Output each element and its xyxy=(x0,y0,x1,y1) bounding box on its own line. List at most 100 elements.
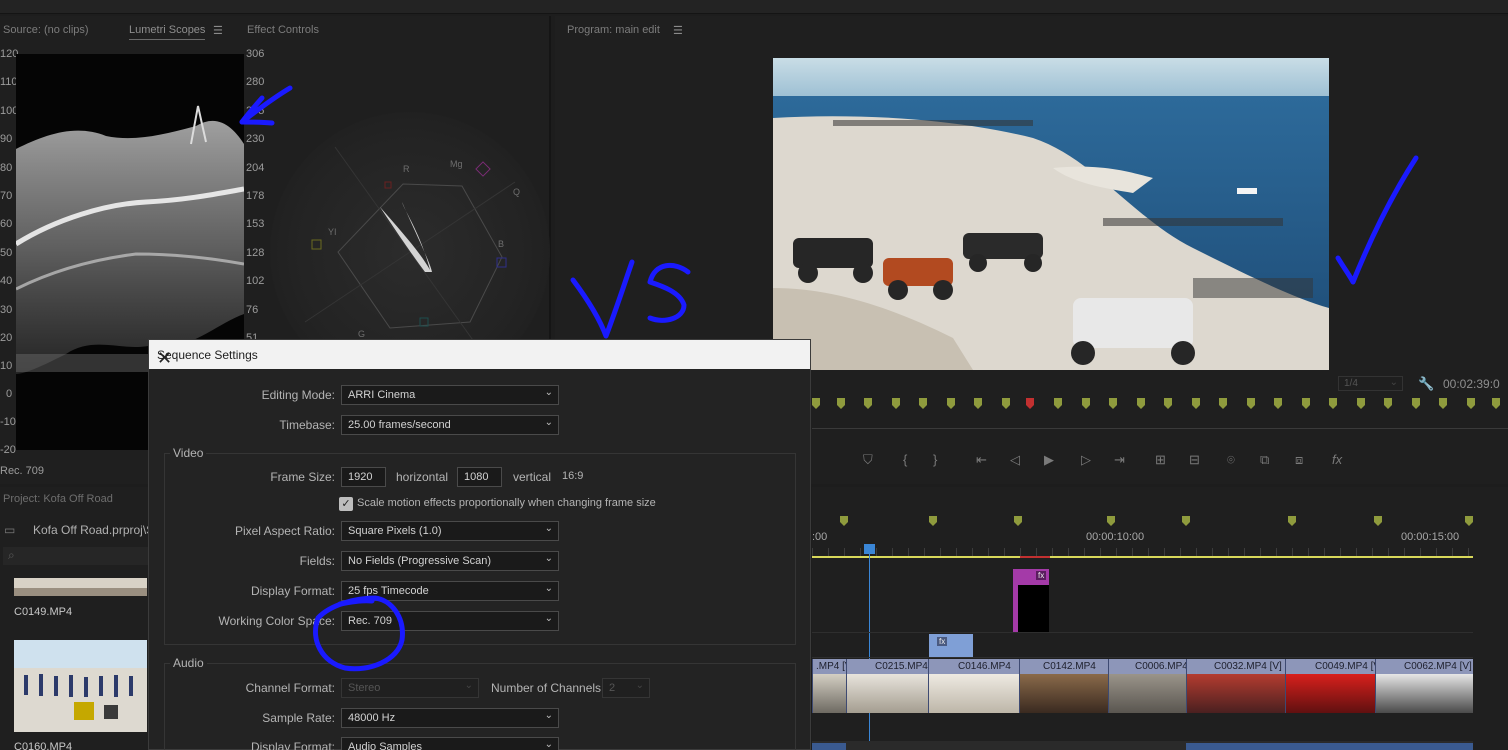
video-group-title: Video xyxy=(170,446,207,460)
clip-label: .MP4 [V] xyxy=(816,661,846,672)
timeline-clip[interactable]: C0146.MP4 xyxy=(928,659,1019,713)
comparison-view-icon[interactable]: ⧉ xyxy=(1260,452,1269,468)
track-divider xyxy=(812,657,1473,658)
frame-height-input[interactable]: 1080 xyxy=(457,467,502,487)
timeline-clip[interactable]: C0032.MP4 [V] xyxy=(1186,659,1285,713)
num-channels-label: Number of Channels: xyxy=(491,681,605,695)
program-timecode[interactable]: 00:02:39:0 xyxy=(1443,377,1500,391)
proxy-toggle-icon[interactable]: ⧈ xyxy=(1295,452,1303,468)
project-item-name[interactable]: C0149.MP4 xyxy=(14,606,72,618)
zoom-select[interactable]: 1/4 ⌄ xyxy=(1338,376,1403,391)
pixel-aspect-label: Pixel Aspect Ratio: xyxy=(234,524,335,538)
channel-format-label: Channel Format: xyxy=(245,681,335,695)
timeline-clip[interactable]: C0062.MP4 [V] xyxy=(1375,659,1473,713)
tab-source[interactable]: Source: (no clips) xyxy=(3,24,89,36)
program-menu-icon[interactable]: ☰ xyxy=(673,24,683,37)
insert-icon[interactable]: ⊞ xyxy=(1155,452,1166,468)
sample-rate-select[interactable]: 48000 Hz ⌄ xyxy=(341,708,559,728)
playhead-line[interactable] xyxy=(869,554,870,750)
working-color-space-value: Rec. 709 xyxy=(348,615,393,627)
clip-label: C0142.MP4 xyxy=(1043,661,1096,672)
folder-icon: ▭ xyxy=(4,523,16,537)
frame-width-input[interactable]: 1920 xyxy=(341,467,386,487)
dialog-title-bar[interactable]: Sequence Settings ✕ xyxy=(149,340,810,369)
sequence-settings-dialog: Sequence Settings ✕ Editing Mode: ARRI C… xyxy=(148,339,811,750)
zoom-value: 1/4 xyxy=(1344,378,1358,389)
scale-label: 128 xyxy=(246,247,265,259)
project-search-input[interactable]: ⌕ xyxy=(3,547,148,565)
timeline-clip[interactable]: C0142.MP4 xyxy=(1019,659,1108,713)
go-to-out-icon[interactable]: ⇥ xyxy=(1114,452,1125,468)
go-to-in-icon[interactable]: ⇤ xyxy=(976,452,987,468)
scale-label: 40 xyxy=(0,275,13,287)
timebase-select[interactable]: 25.00 frames/second ⌄ xyxy=(341,415,559,435)
scale-label: 30 xyxy=(0,304,13,316)
chevron-down-icon: ⌄ xyxy=(544,387,553,398)
program-ruler-line xyxy=(812,428,1508,429)
scale-label: 50 xyxy=(0,247,13,259)
program-title[interactable]: Program: main edit xyxy=(567,24,660,36)
timeline-ruler[interactable] xyxy=(812,548,1473,556)
num-channels-select: 2 ⌄ xyxy=(602,678,650,698)
right-scale: 306 280 255 230 204 178 153 128 102 76 5… xyxy=(246,48,270,348)
chevron-down-icon: ⌄ xyxy=(635,680,644,691)
play-icon[interactable]: ▶ xyxy=(1044,452,1054,468)
ruler-label: 00:00:15:00 xyxy=(1401,531,1460,543)
vectorscope-label-mg: Mg xyxy=(450,159,463,169)
program-marker-bar xyxy=(812,398,1508,412)
wrench-icon[interactable]: 🔧 xyxy=(1418,376,1434,392)
display-format-select[interactable]: 25 fps Timecode ⌄ xyxy=(341,581,559,601)
mark-in-icon[interactable]: { xyxy=(903,452,907,467)
v2-clip[interactable]: fx xyxy=(929,634,973,657)
clip-label: C0146.MP4 xyxy=(958,661,1011,672)
horizontal-label: horizontal xyxy=(396,470,449,484)
scale-label: 102 xyxy=(246,275,265,287)
tab-effect-controls[interactable]: Effect Controls xyxy=(247,24,319,36)
audio-track[interactable] xyxy=(812,741,1473,750)
audio-display-format-select[interactable]: Audio Samples ⌄ xyxy=(341,737,559,750)
tab-lumetri-scopes[interactable]: Lumetri Scopes xyxy=(129,24,206,40)
timeline-clip[interactable]: C0215.MP4 xyxy=(846,659,928,713)
step-back-icon[interactable]: ◁ xyxy=(1010,452,1020,468)
project-thumbnail[interactable] xyxy=(14,640,147,732)
fields-select[interactable]: No Fields (Progressive Scan) ⌄ xyxy=(341,551,559,571)
scale-label: 60 xyxy=(0,218,13,230)
scale-label: -20 xyxy=(0,444,16,456)
step-forward-icon[interactable]: ▷ xyxy=(1081,452,1091,468)
project-item-name[interactable]: C0160.MP4 xyxy=(14,741,72,750)
scale-label: 178 xyxy=(246,190,265,202)
add-marker-icon[interactable]: ⛉ xyxy=(863,452,873,468)
scopes-tabs: Source: (no clips) Lumetri Scopes ☰ Effe… xyxy=(0,16,551,44)
scale-label: 204 xyxy=(246,162,265,174)
mark-out-icon[interactable]: } xyxy=(933,452,937,467)
menu-icon[interactable]: ☰ xyxy=(213,24,223,37)
ruler-label: 00:00:10:00 xyxy=(1086,531,1145,543)
close-icon[interactable]: ✕ xyxy=(157,348,801,369)
track-divider xyxy=(812,632,1473,633)
timeline-clip[interactable]: C0006.MP4 xyxy=(1108,659,1186,713)
camera-icon[interactable]: ⌾ xyxy=(1227,452,1235,468)
scale-label: 70 xyxy=(0,190,13,202)
clip-label: C0049.MP4 [V] xyxy=(1315,661,1375,672)
scale-motion-checkbox[interactable]: ✓ xyxy=(339,497,353,511)
vectorscope-label-b: B xyxy=(498,239,504,249)
top-strip xyxy=(0,0,1508,14)
pixel-aspect-select[interactable]: Square Pixels (1.0) ⌄ xyxy=(341,521,559,541)
scale-label: 0 xyxy=(6,388,13,400)
adjustment-clip[interactable]: fx xyxy=(1013,569,1049,632)
editing-mode-select[interactable]: ARRI Cinema ⌄ xyxy=(341,385,559,405)
timeline-clip[interactable]: .MP4 [V] xyxy=(812,659,846,713)
overwrite-icon[interactable]: ⊟ xyxy=(1189,452,1200,468)
timeline-clip[interactable]: C0049.MP4 [V] xyxy=(1285,659,1375,713)
working-color-space-select[interactable]: Rec. 709 ⌄ xyxy=(341,611,559,631)
playhead-handle[interactable] xyxy=(864,544,875,554)
scale-label: 306 xyxy=(246,48,265,60)
fx-icon[interactable]: fx xyxy=(1332,452,1342,467)
project-thumbnail[interactable] xyxy=(14,578,147,596)
timebase-label: Timebase: xyxy=(279,418,335,432)
project-title[interactable]: Project: Kofa Off Road xyxy=(3,493,113,505)
work-area-bar[interactable] xyxy=(812,556,1473,558)
vectorscope-label-yl: YI xyxy=(328,227,337,237)
clip-label: C0006.MP4 xyxy=(1135,661,1186,672)
aspect-label: 16:9 xyxy=(562,470,584,482)
